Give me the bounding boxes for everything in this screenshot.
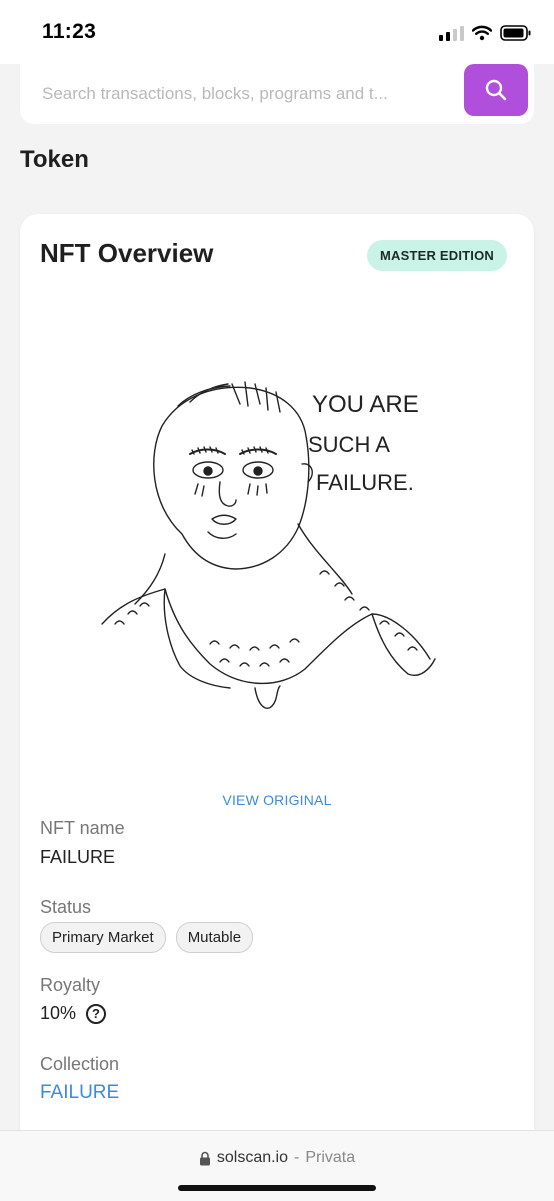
lock-icon: [199, 1151, 210, 1165]
page-title: Token: [20, 146, 89, 173]
royalty-row: 10% ?: [40, 1003, 107, 1024]
search-icon: [485, 79, 507, 101]
search-input[interactable]: [40, 78, 444, 110]
royalty-label: Royalty: [40, 975, 101, 995]
status-time: 11:23: [42, 20, 97, 43]
url-domain: solscan.io: [216, 1149, 289, 1166]
status-label: Status: [40, 897, 92, 917]
image-caption-line2: SUCH A: [308, 432, 390, 457]
url-row[interactable]: solscan.io - Privata: [0, 1149, 554, 1167]
edition-badge: MASTER EDITION: [367, 240, 507, 271]
collection-link[interactable]: FAILURE: [40, 1082, 119, 1104]
royalty-value: 10%: [40, 1003, 77, 1023]
status-icons: [439, 22, 532, 44]
private-mode-label: Privata: [305, 1149, 356, 1166]
nft-overview-card: NFT Overview MASTER EDITION YOU ARE SUCH…: [20, 214, 534, 1174]
status-bar: 11:23: [0, 0, 554, 64]
nft-name-label: NFT name: [40, 818, 125, 838]
question-icon[interactable]: ?: [86, 1003, 107, 1024]
battery-icon: [500, 25, 531, 41]
search-bar: [20, 64, 534, 124]
browser-address-bar[interactable]: solscan.io - Privata: [0, 1130, 554, 1201]
status-tags: Primary Market Mutable: [40, 922, 254, 953]
wifi-icon: [472, 25, 492, 41]
image-caption-line1: YOU ARE: [312, 391, 419, 418]
home-indicator[interactable]: [178, 1185, 376, 1191]
nft-image[interactable]: YOU ARE SUCH A FAILURE.: [90, 314, 470, 754]
status-tag-primary-market: Primary Market: [40, 922, 166, 953]
url-separator: -: [294, 1149, 300, 1166]
cellular-signal-icon: [439, 25, 464, 41]
image-caption-line3: FAILURE.: [316, 470, 414, 495]
nft-name-value: FAILURE: [40, 847, 116, 867]
card-title: NFT Overview: [40, 238, 214, 268]
status-tag-mutable: Mutable: [175, 922, 254, 953]
collection-label: Collection: [40, 1054, 120, 1074]
search-button[interactable]: [464, 64, 528, 116]
view-original-link[interactable]: VIEW ORIGINAL: [20, 792, 534, 808]
